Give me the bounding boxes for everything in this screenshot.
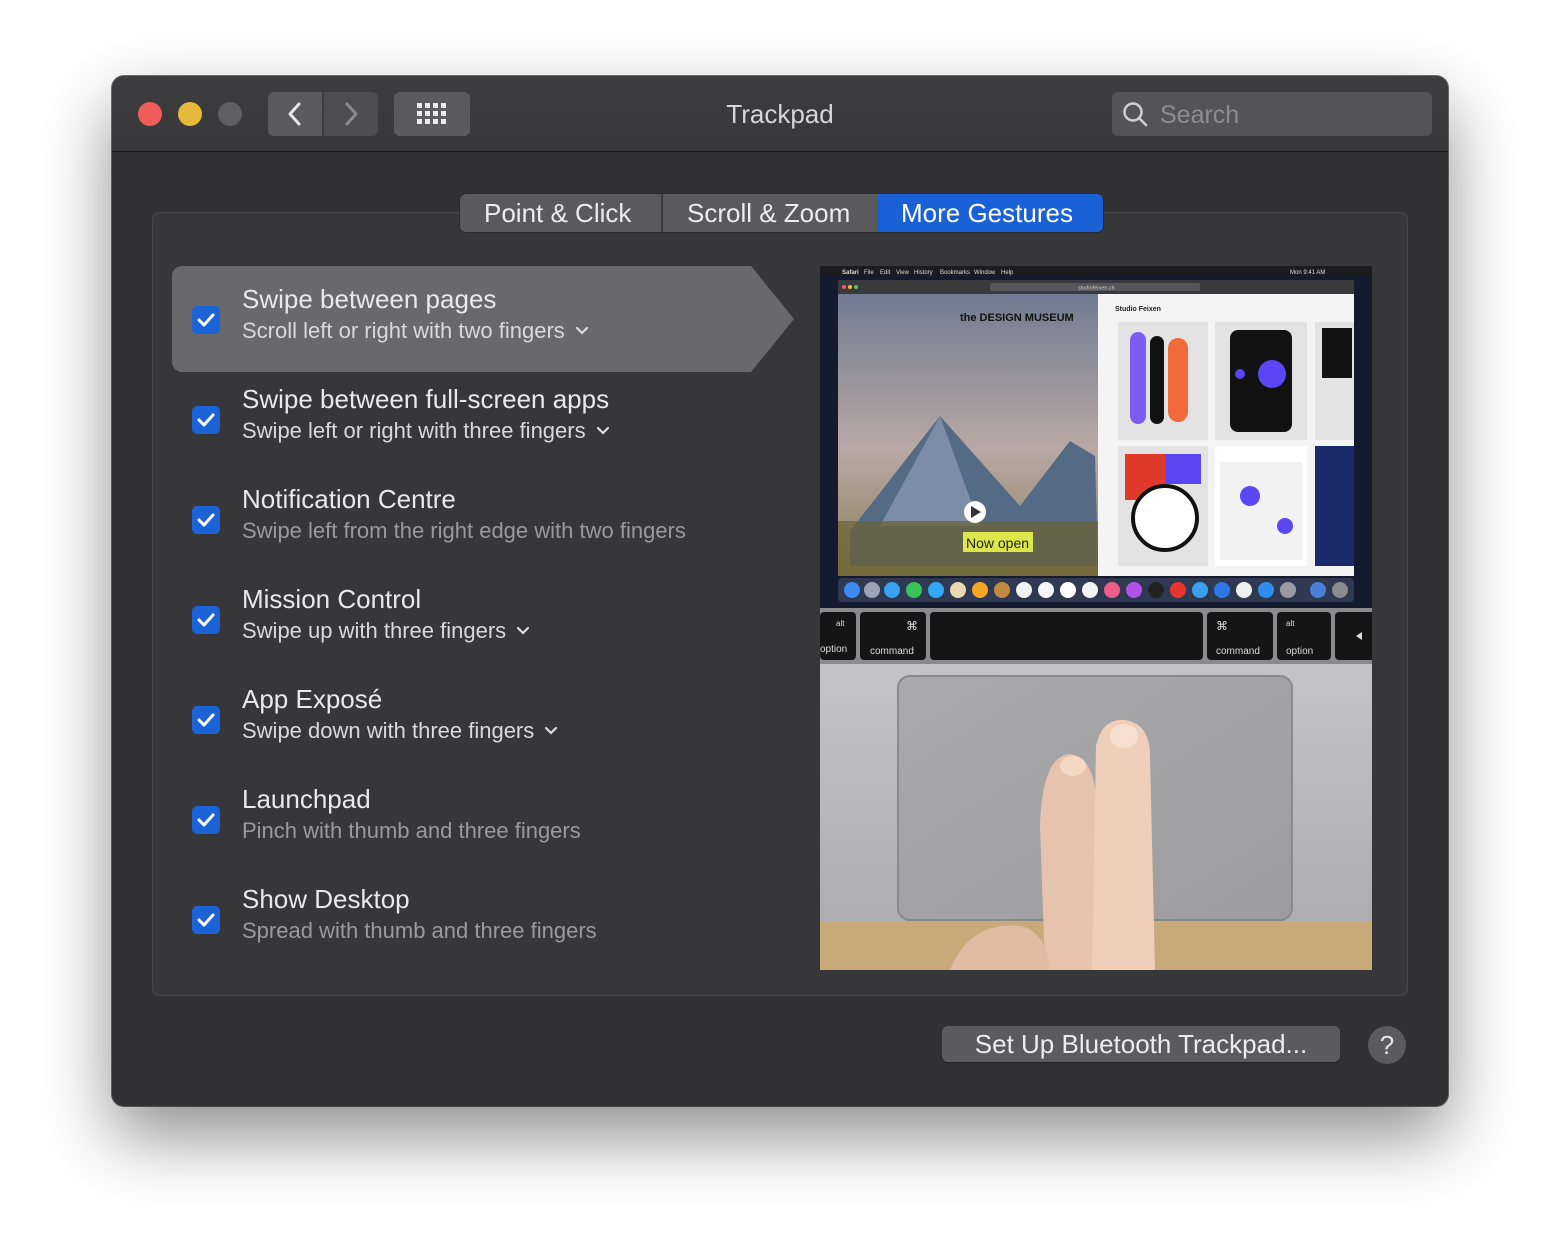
preview-menu-window: Window: [974, 270, 996, 276]
gesture-subtitle: Spread with thumb and three fingers: [242, 918, 597, 943]
chevron-down-icon: [517, 626, 530, 635]
gesture-app-expose[interactable]: App Exposé Swipe down with three fingers: [192, 684, 772, 774]
gesture-preview-video: Safari File Edit View History Bookmarks …: [820, 266, 1372, 970]
gesture-subtitle: Swipe left from the right edge with two …: [242, 518, 686, 543]
gesture-launchpad[interactable]: Launchpad Pinch with thumb and three fin…: [192, 784, 772, 874]
checkmark-icon: [197, 313, 215, 327]
gesture-title: Notification Centre: [242, 484, 456, 514]
search-icon: [1123, 102, 1148, 127]
key-command-right: command: [1216, 646, 1260, 657]
checkbox[interactable]: [192, 606, 220, 634]
tab-bar: Point & Click Scroll & Zoom More Gesture…: [460, 194, 1103, 232]
preview-menu-history: History: [914, 270, 933, 276]
gesture-mission-control[interactable]: Mission Control Swipe up with three fing…: [192, 584, 772, 674]
gesture-subtitle: Scroll left or right with two fingers: [242, 318, 565, 343]
gesture-option-menu[interactable]: Swipe up with three fingers: [242, 618, 530, 644]
gesture-subtitle: Swipe down with three fingers: [242, 718, 535, 743]
forward-button[interactable]: [324, 92, 378, 136]
preview-menu-help: Help: [1001, 270, 1014, 276]
nav-segment: [268, 92, 378, 136]
preview-menubar: Safari: [842, 270, 859, 276]
key-option-right: option: [1286, 646, 1313, 657]
chevron-down-icon: [575, 326, 588, 335]
chevron-right-icon: [345, 102, 358, 126]
gesture-title: Swipe between full-screen apps: [242, 384, 610, 414]
zoom-button[interactable]: [218, 102, 242, 126]
checkmark-icon: [197, 713, 215, 727]
preview-right-site: Studio Feixen: [1115, 306, 1161, 313]
minimize-button[interactable]: [178, 102, 202, 126]
preview-menu-bookmarks: Bookmarks: [940, 270, 970, 276]
checkbox[interactable]: [192, 906, 220, 934]
gesture-subtitle: Pinch with thumb and three fingers: [242, 818, 581, 843]
preview-illustration: Safari File Edit View History Bookmarks …: [820, 266, 1372, 970]
gesture-title: Swipe between pages: [242, 284, 497, 314]
preview-menu-edit: Edit: [880, 270, 891, 276]
gesture-option-menu[interactable]: Scroll left or right with two fingers: [242, 318, 589, 344]
gesture-title: Mission Control: [242, 584, 422, 614]
key-cmd-symbol-right: ⌘: [1216, 619, 1228, 633]
search-input[interactable]: [1158, 92, 1422, 138]
checkbox[interactable]: [192, 806, 220, 834]
close-button[interactable]: [138, 102, 162, 126]
gesture-subtitle: Swipe left or right with three fingers: [242, 418, 586, 443]
gesture-subtitle: Swipe up with three fingers: [242, 618, 507, 643]
chevron-left-icon: [288, 102, 301, 126]
gesture-option-menu[interactable]: Swipe left or right with three fingers: [242, 418, 610, 444]
help-button[interactable]: ?: [1368, 1026, 1406, 1064]
checkbox[interactable]: [192, 406, 220, 434]
preview-menu-file: File: [864, 270, 874, 276]
chevron-down-icon: [596, 426, 609, 435]
key-command-left: command: [870, 646, 914, 657]
checkbox[interactable]: [192, 706, 220, 734]
gesture-title: Launchpad: [242, 784, 371, 814]
checkbox[interactable]: [192, 306, 220, 334]
key-cmd-symbol-left: ⌘: [906, 619, 918, 633]
preview-menu-view: View: [896, 270, 910, 276]
tab-scroll-and-zoom[interactable]: Scroll & Zoom: [661, 194, 877, 232]
key-alt-right: alt: [1286, 619, 1295, 628]
key-option-left: option: [820, 644, 847, 655]
gesture-title: Show Desktop: [242, 884, 410, 914]
preview-url: studiofeixen.ch: [1078, 286, 1115, 292]
gesture-show-desktop[interactable]: Show Desktop Spread with thumb and three…: [192, 884, 772, 974]
setup-bluetooth-trackpad-button[interactable]: Set Up Bluetooth Trackpad...: [942, 1026, 1340, 1062]
search-field[interactable]: [1112, 92, 1432, 138]
checkmark-icon: [197, 513, 215, 527]
checkmark-icon: [197, 913, 215, 927]
back-button[interactable]: [268, 92, 322, 136]
checkmark-icon: [197, 813, 215, 827]
checkbox[interactable]: [192, 506, 220, 534]
checkmark-icon: [197, 413, 215, 427]
gesture-notification-centre[interactable]: Notification Centre Swipe left from the …: [192, 484, 772, 574]
checkmark-icon: [197, 613, 215, 627]
grid-icon: [417, 103, 446, 124]
gesture-title: App Exposé: [242, 684, 383, 714]
preview-now-open: Now open: [966, 535, 1029, 551]
tab-more-gestures[interactable]: More Gestures: [877, 194, 1103, 232]
titlebar: Trackpad: [112, 76, 1448, 152]
key-alt-left: alt: [836, 619, 845, 628]
gesture-option-menu[interactable]: Swipe down with three fingers: [242, 718, 558, 744]
chevron-down-icon: [545, 726, 558, 735]
tab-point-and-click[interactable]: Point & Click: [460, 194, 661, 232]
gesture-swipe-between-full-screen-apps[interactable]: Swipe between full-screen apps Swipe lef…: [192, 384, 772, 474]
preferences-window: Trackpad Point & Click Scroll & Zoom Mor…: [112, 76, 1448, 1106]
show-all-button[interactable]: [394, 92, 470, 136]
preview-clock: Mon 9:41 AM: [1290, 270, 1325, 276]
preview-left-site: the DESIGN MUSEUM: [960, 312, 1074, 324]
gesture-swipe-between-pages[interactable]: Swipe between pages Scroll left or right…: [192, 284, 772, 374]
